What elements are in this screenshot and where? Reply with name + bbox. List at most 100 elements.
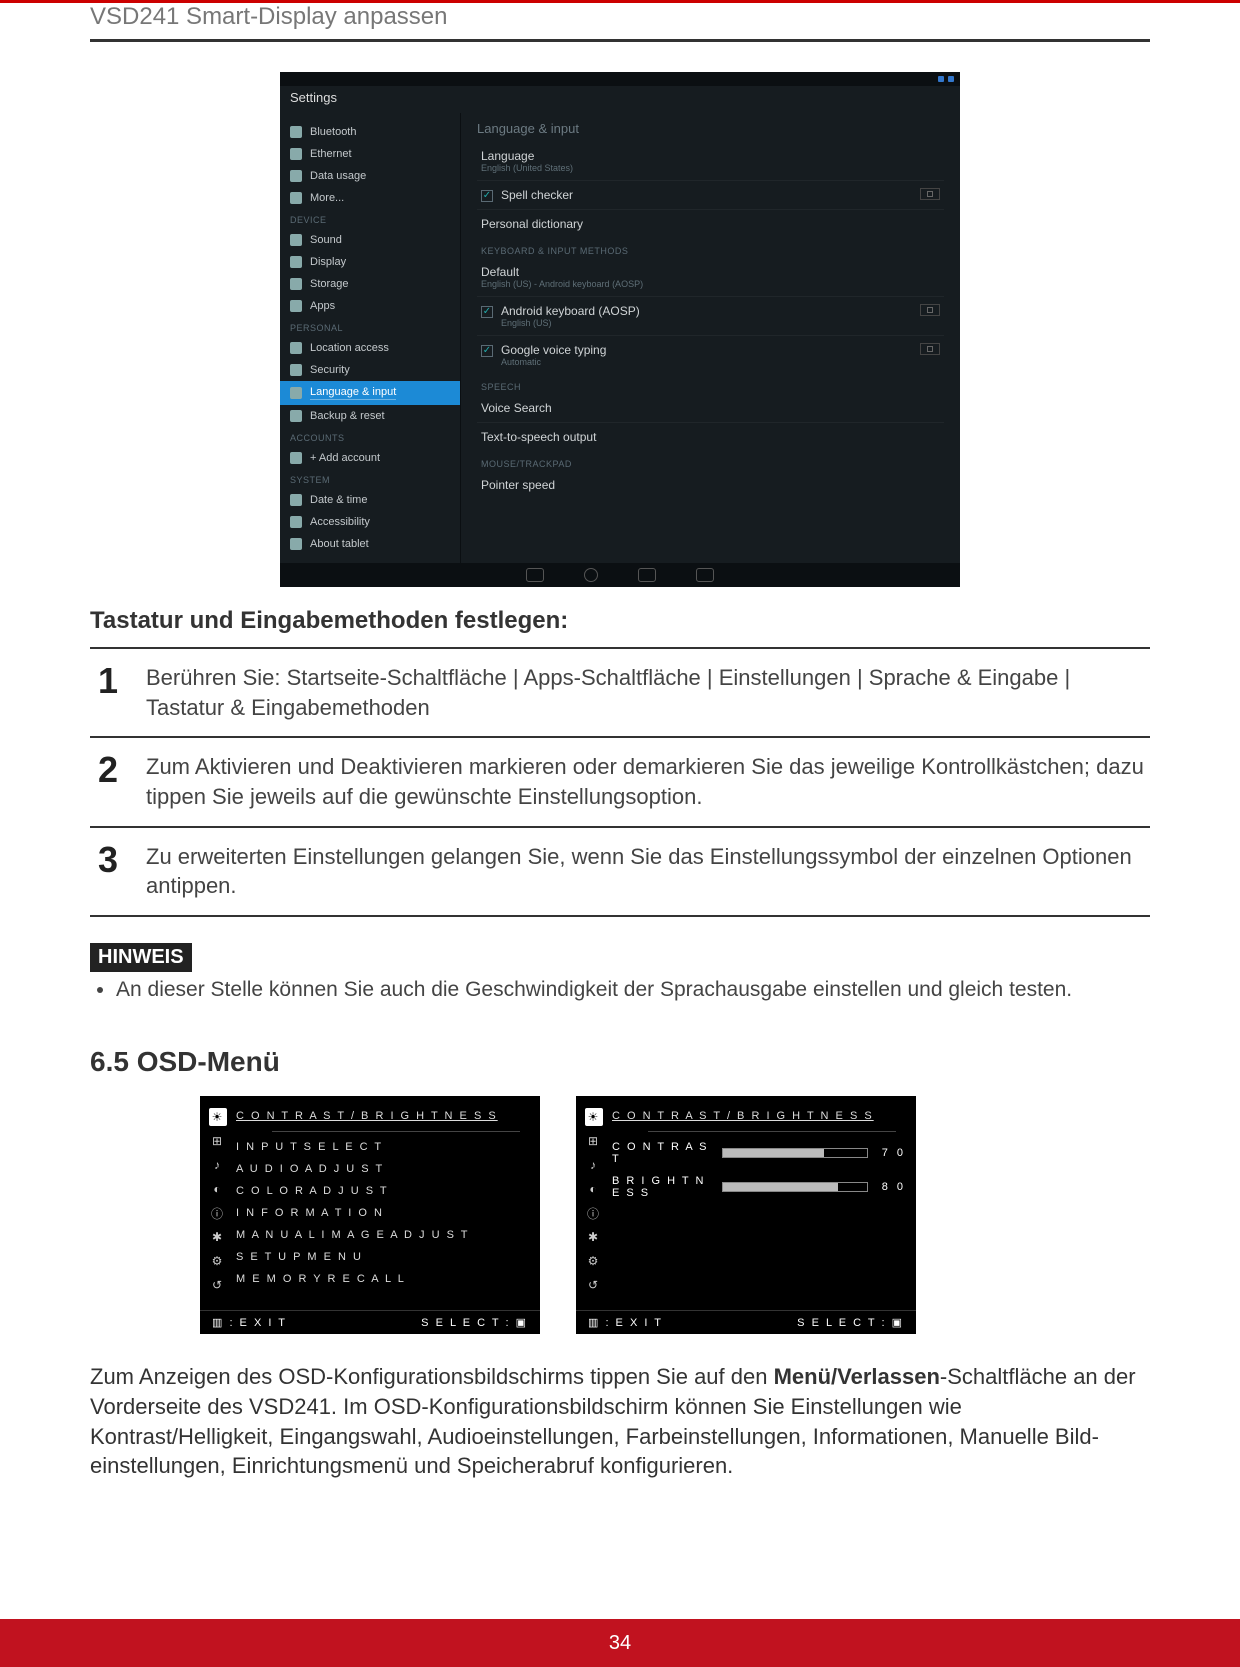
settings-gear-icon[interactable] — [920, 343, 940, 355]
osd-category-icon[interactable]: ◐ — [209, 1180, 227, 1198]
setting-subtitle: English (US) — [501, 318, 640, 328]
android-side-item-label: + Add account — [310, 452, 380, 464]
step-text: Zu erweiterten Einstellungen gelangen Si… — [146, 842, 1150, 901]
osd-slider-fill — [723, 1149, 824, 1157]
osd-select-hint: S E L E C T : ▣ — [797, 1316, 904, 1329]
osd-menu-item[interactable]: M E M O R Y R E C A L L — [236, 1268, 530, 1290]
android-setting-row[interactable]: Pointer speed — [477, 471, 944, 499]
android-side-item[interactable]: Sound — [280, 229, 460, 251]
osd-slider-track[interactable] — [722, 1182, 868, 1192]
android-screenshot-icon[interactable] — [696, 568, 714, 582]
osd-category-icon[interactable]: ☀ — [585, 1108, 603, 1126]
android-setting-row[interactable]: LanguageEnglish (United States) — [477, 142, 944, 181]
android-setting-row[interactable]: Voice Search — [477, 394, 944, 423]
osd-menu-item[interactable]: A U D I O A D J U S T — [236, 1158, 530, 1180]
setting-title: Voice Search — [481, 401, 552, 415]
osd-category-icon[interactable]: ⊞ — [209, 1132, 227, 1150]
android-side-item[interactable]: Ethernet — [280, 143, 460, 165]
android-side-item[interactable]: Location access — [280, 337, 460, 359]
osd-category-icon[interactable]: ⊞ — [585, 1132, 603, 1150]
android-setting-row[interactable]: Android keyboard (AOSP)English (US) — [477, 297, 944, 336]
step-text: Zum Aktivieren und Deaktivieren markiere… — [146, 752, 1150, 811]
osd-category-icon[interactable]: ☀ — [209, 1108, 227, 1126]
android-side-item-label: Date & time — [310, 494, 367, 506]
android-side-item[interactable]: More... — [280, 187, 460, 209]
android-setting-row[interactable]: Personal dictionary — [477, 210, 944, 238]
android-main-title: Language & input — [477, 121, 944, 136]
checkbox-icon[interactable] — [481, 306, 493, 318]
android-home-icon[interactable] — [584, 568, 598, 582]
settings-gear-icon[interactable] — [920, 304, 940, 316]
setting-title: Personal dictionary — [481, 217, 583, 231]
android-setting-row[interactable]: Google voice typingAutomatic — [477, 336, 944, 374]
sidebar-glyph-icon — [290, 342, 302, 354]
android-side-item[interactable]: Accessibility — [280, 511, 460, 533]
android-side-item[interactable]: Bluetooth — [280, 121, 460, 143]
android-side-item[interactable]: Storage — [280, 273, 460, 295]
android-side-item[interactable]: + Add account — [280, 447, 460, 469]
sidebar-glyph-icon — [290, 278, 302, 290]
android-side-item[interactable]: Display — [280, 251, 460, 273]
osd-menu-item[interactable]: C O L O R A D J U S T — [236, 1180, 530, 1202]
android-side-item[interactable]: Security — [280, 359, 460, 381]
osd-slider-track[interactable] — [722, 1148, 868, 1158]
setting-title: Spell checker — [501, 188, 573, 202]
osd-category-icon[interactable]: ⓘ — [585, 1204, 603, 1222]
osd-category-icon[interactable]: ⓘ — [209, 1204, 227, 1222]
setting-subtitle: English (United States) — [481, 163, 573, 173]
android-side-item[interactable]: Backup & reset — [280, 405, 460, 427]
android-setting-row[interactable]: DefaultEnglish (US) - Android keyboard (… — [477, 258, 944, 297]
android-setting-row[interactable]: Spell checker — [477, 181, 944, 210]
android-side-item[interactable]: Apps — [280, 295, 460, 317]
settings-gear-icon[interactable] — [920, 188, 940, 200]
android-side-item-label: Storage — [310, 278, 349, 290]
sidebar-glyph-icon — [290, 452, 302, 464]
osd-category-icon[interactable]: ↺ — [209, 1276, 227, 1294]
setting-subtitle: Automatic — [501, 357, 606, 367]
osd-menu-item[interactable]: M A N U A L I M A G E A D J U S T — [236, 1224, 530, 1246]
android-side-item[interactable]: Date & time — [280, 489, 460, 511]
android-back-icon[interactable] — [526, 568, 544, 582]
sidebar-glyph-icon — [290, 192, 302, 204]
osd-menu-item[interactable]: S E T U P M E N U — [236, 1246, 530, 1268]
sidebar-glyph-icon — [290, 170, 302, 182]
osd-menu-item[interactable]: C O N T R A S T / B R I G H T N E S S — [236, 1106, 530, 1128]
android-side-item-label: Apps — [310, 300, 335, 312]
osd-category-icon[interactable]: ↺ — [585, 1276, 603, 1294]
step-row: 3 Zu erweiterten Einstellungen gelangen S… — [90, 828, 1150, 917]
sidebar-glyph-icon — [290, 148, 302, 160]
osd-category-icon[interactable]: ◐ — [585, 1180, 603, 1198]
osd-menu-item[interactable]: I N F O R M A T I O N — [236, 1202, 530, 1224]
android-setting-row[interactable]: Text-to-speech output — [477, 423, 944, 451]
checkbox-icon[interactable] — [481, 345, 493, 357]
android-side-item[interactable]: Language & input — [280, 381, 460, 405]
android-side-item-label: Accessibility — [310, 516, 370, 528]
osd-category-icon[interactable]: ♪ — [209, 1156, 227, 1174]
setting-title: Default — [481, 265, 643, 279]
android-recents-icon[interactable] — [638, 568, 656, 582]
sidebar-glyph-icon — [290, 494, 302, 506]
osd-category-icon[interactable]: ♪ — [585, 1156, 603, 1174]
hinweis-label: HINWEIS — [90, 943, 192, 972]
android-side-item-label: Bluetooth — [310, 126, 356, 138]
osd-category-icon[interactable]: ✱ — [209, 1228, 227, 1246]
osd-slider-label: C O N T R A S T — [612, 1141, 712, 1165]
android-side-item-label: Data usage — [310, 170, 366, 182]
android-side-item[interactable]: About tablet — [280, 533, 460, 555]
step-number: 1 — [90, 663, 126, 722]
osd-menu-item[interactable]: I N P U T S E L E C T — [236, 1136, 530, 1158]
osd-slider-row[interactable]: B R I G H T N E S S8 0 — [612, 1170, 906, 1204]
osd-category-icon[interactable]: ⚙ — [585, 1252, 603, 1270]
android-side-item-label: Language & input — [310, 386, 396, 400]
checkbox-icon[interactable] — [481, 190, 493, 202]
steps-list: 1 Berühren Sie: Startseite-Schaltfläche |… — [90, 647, 1150, 917]
step-text: Berühren Sie: Startseite-Schaltfläche | … — [146, 663, 1150, 722]
android-side-item[interactable]: Data usage — [280, 165, 460, 187]
sidebar-glyph-icon — [290, 387, 302, 399]
android-side-item-label: Display — [310, 256, 346, 268]
osd-slider-row[interactable]: C O N T R A S T7 0 — [612, 1136, 906, 1170]
osd-slider-fill — [723, 1183, 838, 1191]
osd-category-icon[interactable]: ⚙ — [209, 1252, 227, 1270]
osd-category-icon[interactable]: ✱ — [585, 1228, 603, 1246]
step-number: 3 — [90, 842, 126, 901]
